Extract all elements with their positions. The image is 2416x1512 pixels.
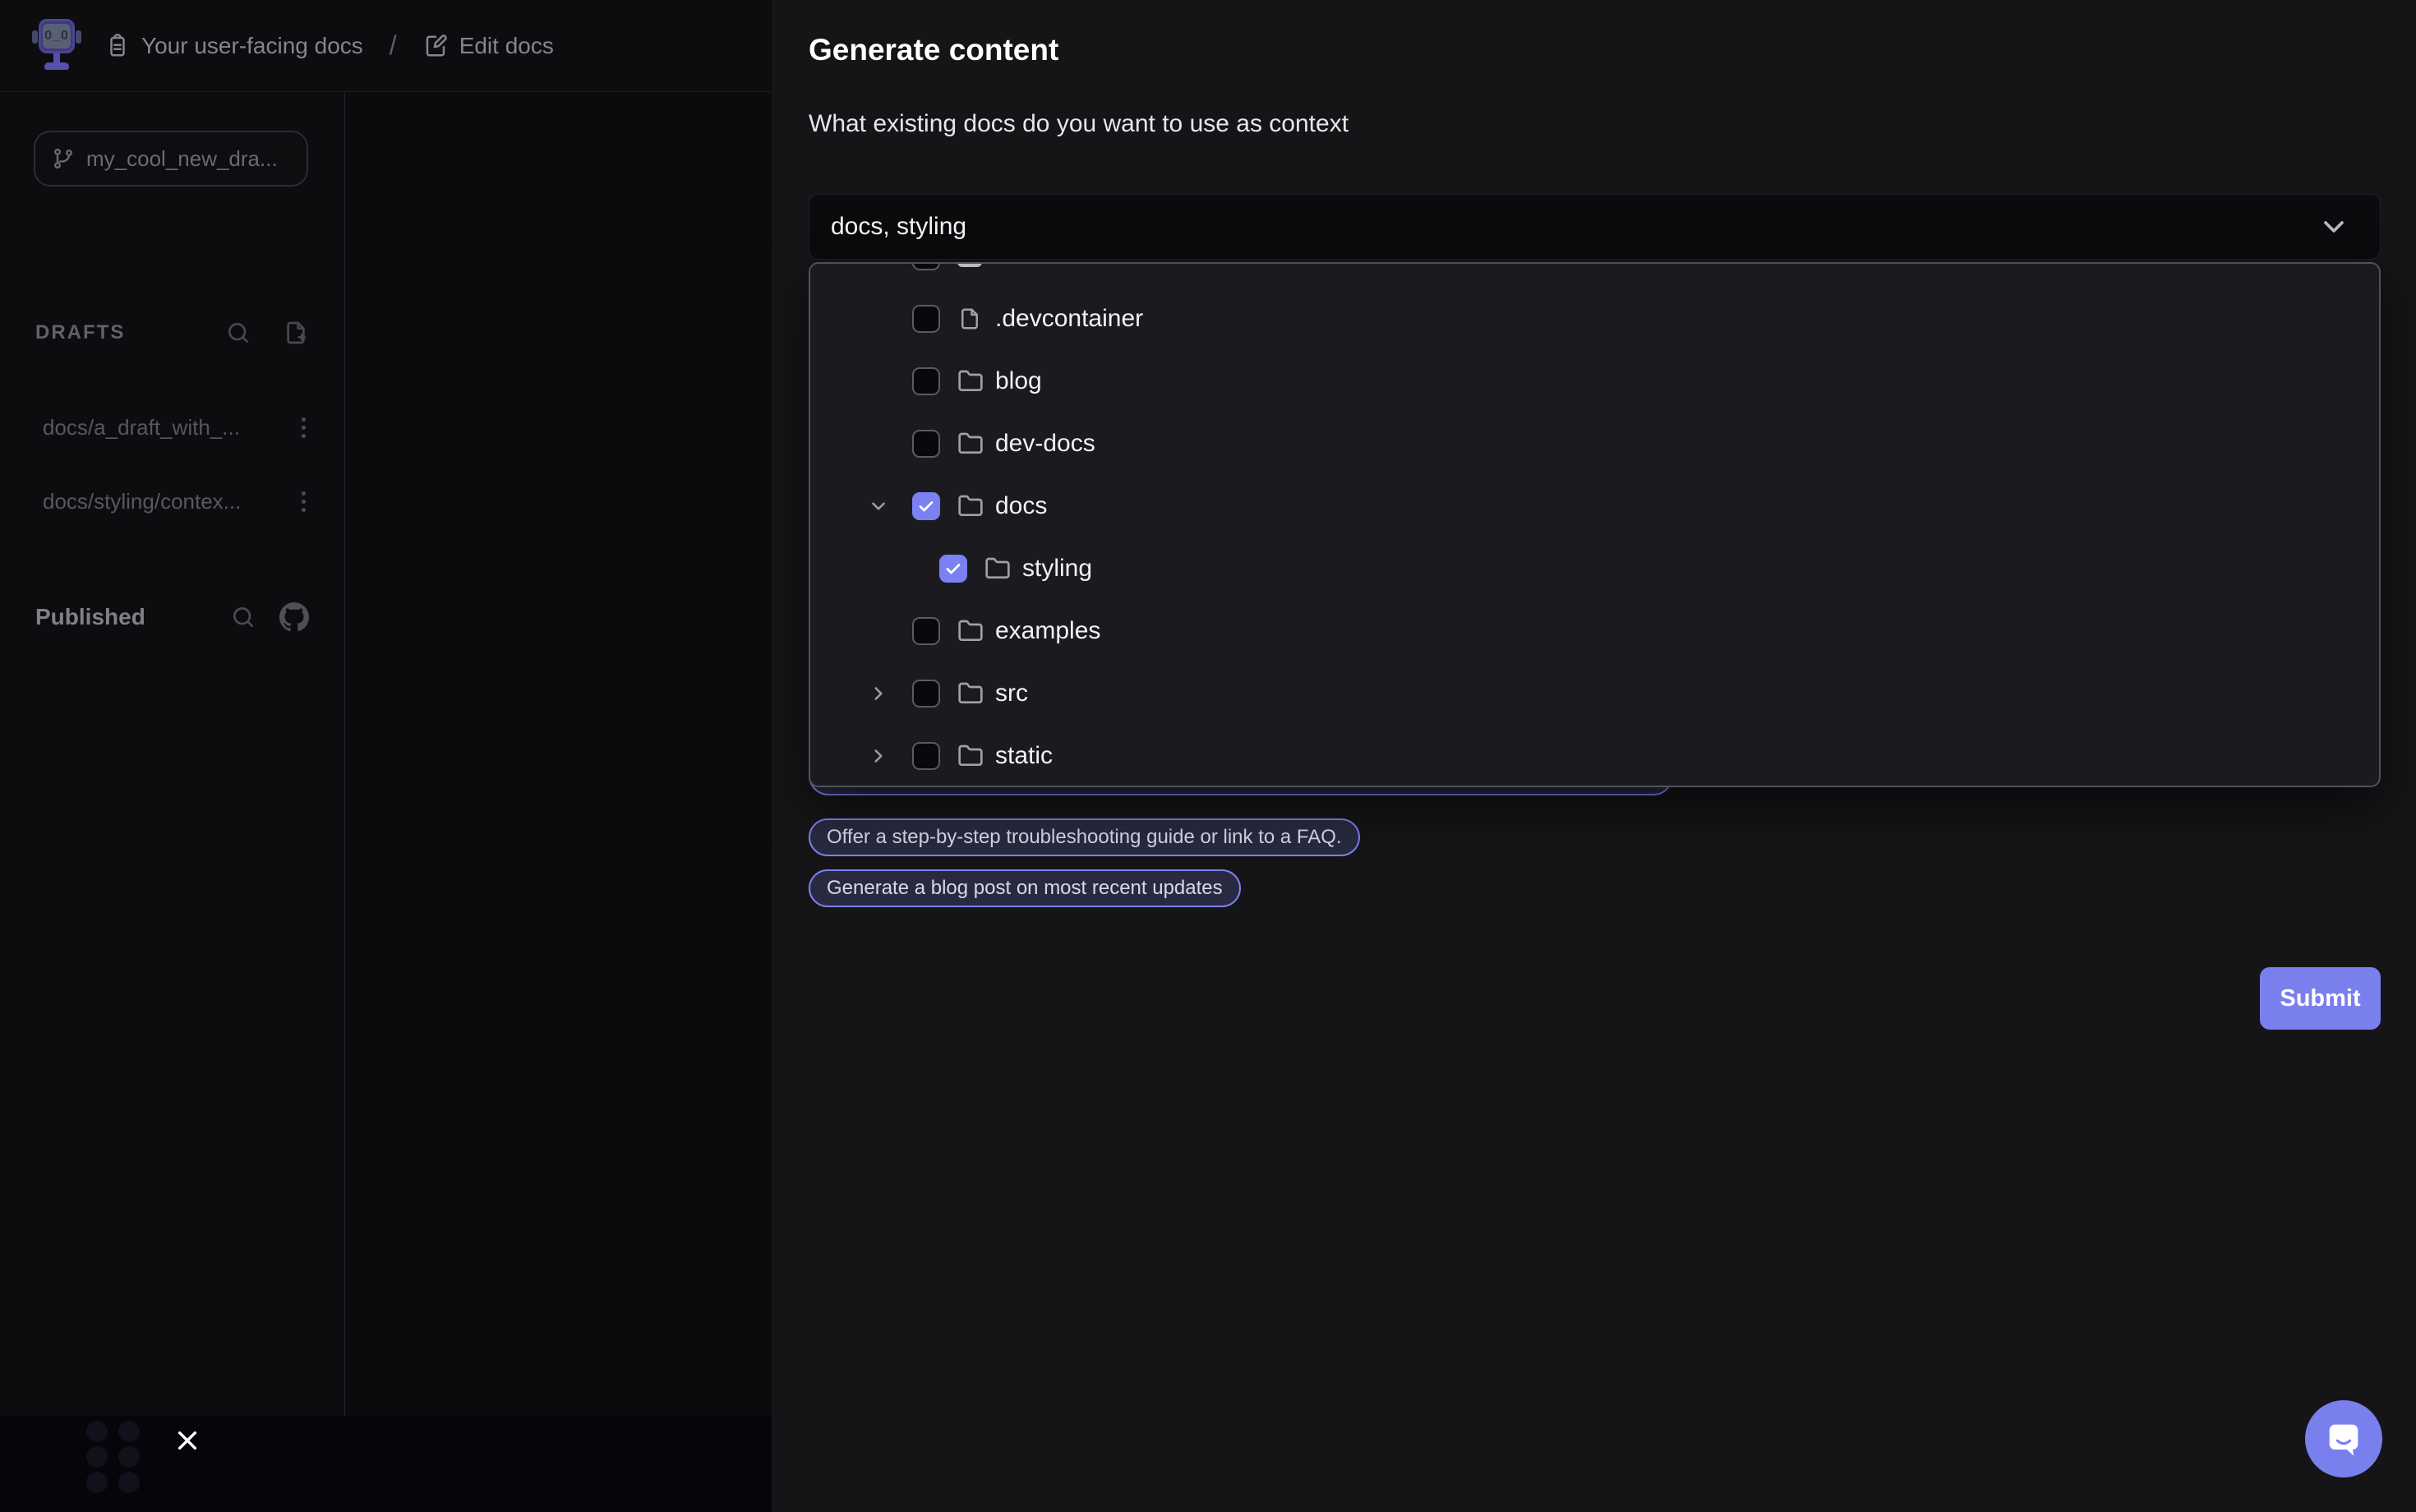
context-select-value: docs, styling	[831, 213, 966, 241]
checkbox[interactable]	[912, 617, 940, 645]
drafts-section-header: DRAFTS	[0, 312, 345, 353]
suggestion-chip[interactable]: Offer a step-by-step troubleshooting gui…	[809, 818, 1360, 856]
folder-icon	[984, 555, 1011, 582]
new-draft-icon[interactable]	[283, 320, 309, 346]
folder-icon	[957, 743, 984, 769]
kebab-menu-icon[interactable]	[302, 491, 306, 512]
git-branch-icon	[52, 147, 75, 170]
drag-handle-icon[interactable]	[86, 1421, 140, 1493]
suggestion-chip-label: Generate a blog post on most recent upda…	[827, 877, 1223, 900]
generate-content-panel: Generate content What existing docs do y…	[772, 0, 2416, 1512]
chevron-down-icon	[2317, 210, 2350, 243]
breadcrumb-separator: /	[390, 30, 397, 61]
drafts-heading: DRAFTS	[35, 321, 125, 344]
folder-icon	[957, 618, 984, 644]
suggestion-chip-label: Offer a step-by-step troubleshooting gui…	[827, 826, 1342, 849]
robot-neck	[53, 53, 60, 63]
folder-icon	[957, 680, 984, 707]
github-icon[interactable]	[279, 602, 309, 632]
search-published-icon[interactable]	[230, 604, 256, 630]
checkbox[interactable]	[912, 742, 940, 770]
branch-name-input[interactable]: my_cool_new_dra...	[34, 131, 308, 187]
draft-item-label: docs/styling/contex...	[43, 489, 241, 514]
close-icon[interactable]	[173, 1426, 202, 1455]
chevron-right-icon[interactable]	[868, 745, 889, 767]
file-icon	[957, 307, 984, 331]
context-tree-dropdown: .devcontainer blog dev-docs	[809, 262, 2381, 787]
robot-base	[44, 62, 69, 70]
checkbox[interactable]	[912, 680, 940, 708]
context-select[interactable]: docs, styling	[809, 194, 2381, 260]
folder-icon	[957, 493, 984, 519]
checkbox[interactable]	[912, 430, 940, 458]
checkbox[interactable]	[912, 305, 940, 333]
tree-row-examples[interactable]: examples	[810, 600, 2379, 662]
app-root: 0_0 Your user-facing docs / Edit docs	[0, 0, 2416, 1512]
chevron-right-icon[interactable]	[868, 683, 889, 704]
draft-list-item[interactable]: docs/styling/contex...	[0, 483, 345, 519]
sidebar: my_cool_new_dra... DRAFTS docs/a_draft_w…	[0, 92, 345, 1416]
checkbox-checked[interactable]	[912, 492, 940, 520]
robot-logo-icon[interactable]: 0_0	[33, 17, 81, 75]
checkbox[interactable]	[912, 262, 940, 270]
submit-button[interactable]: Submit	[2260, 967, 2381, 1030]
folder-icon	[957, 431, 984, 457]
published-section-header: Published	[0, 597, 345, 638]
file-tree: .devcontainer blog dev-docs	[810, 262, 2379, 787]
tree-row-docs[interactable]: docs	[810, 475, 2379, 537]
chat-bubble-icon	[2322, 1418, 2365, 1460]
search-drafts-icon[interactable]	[225, 320, 251, 346]
file-icon	[957, 262, 984, 267]
robot-ear	[76, 30, 81, 44]
tree-row-dev-docs[interactable]: dev-docs	[810, 413, 2379, 475]
robot-face: 0_0	[43, 24, 71, 48]
suggestion-chip[interactable]: Generate a blog post on most recent upda…	[809, 869, 1241, 907]
kebab-menu-icon[interactable]	[302, 417, 306, 438]
chat-widget-button[interactable]	[2305, 1400, 2382, 1477]
tree-row-clipped[interactable]	[810, 262, 2379, 288]
tree-row-static[interactable]: static	[810, 725, 2379, 787]
chevron-down-icon[interactable]	[868, 496, 889, 517]
clipboard-icon	[105, 34, 130, 58]
tree-row-styling[interactable]: styling	[810, 537, 2379, 600]
breadcrumb: Your user-facing docs / Edit docs	[105, 30, 554, 61]
draft-item-label: docs/a_draft_with_...	[43, 415, 240, 440]
edit-docs-icon	[423, 34, 448, 58]
breadcrumb-docs-label[interactable]: Your user-facing docs	[141, 33, 363, 59]
top-header: 0_0 Your user-facing docs / Edit docs	[0, 0, 772, 92]
page-title: Generate content	[809, 33, 1058, 67]
tree-row-blog[interactable]: blog	[810, 350, 2379, 413]
breadcrumb-edit-label[interactable]: Edit docs	[459, 33, 554, 59]
robot-ear	[32, 30, 38, 44]
branch-name-value: my_cool_new_dra...	[86, 146, 278, 172]
checkbox[interactable]	[912, 367, 940, 395]
published-heading: Published	[35, 604, 145, 630]
left-region: 0_0 Your user-facing docs / Edit docs	[0, 0, 772, 1512]
bottom-toolbar	[0, 1416, 772, 1512]
context-question-label: What existing docs do you want to use as…	[809, 110, 1349, 138]
checkbox-checked[interactable]	[939, 555, 967, 583]
draft-list-item[interactable]: docs/a_draft_with_...	[0, 409, 345, 445]
tree-row-devcontainer[interactable]: .devcontainer	[810, 288, 2379, 350]
folder-icon	[957, 368, 984, 394]
tree-row-src[interactable]: src	[810, 662, 2379, 725]
